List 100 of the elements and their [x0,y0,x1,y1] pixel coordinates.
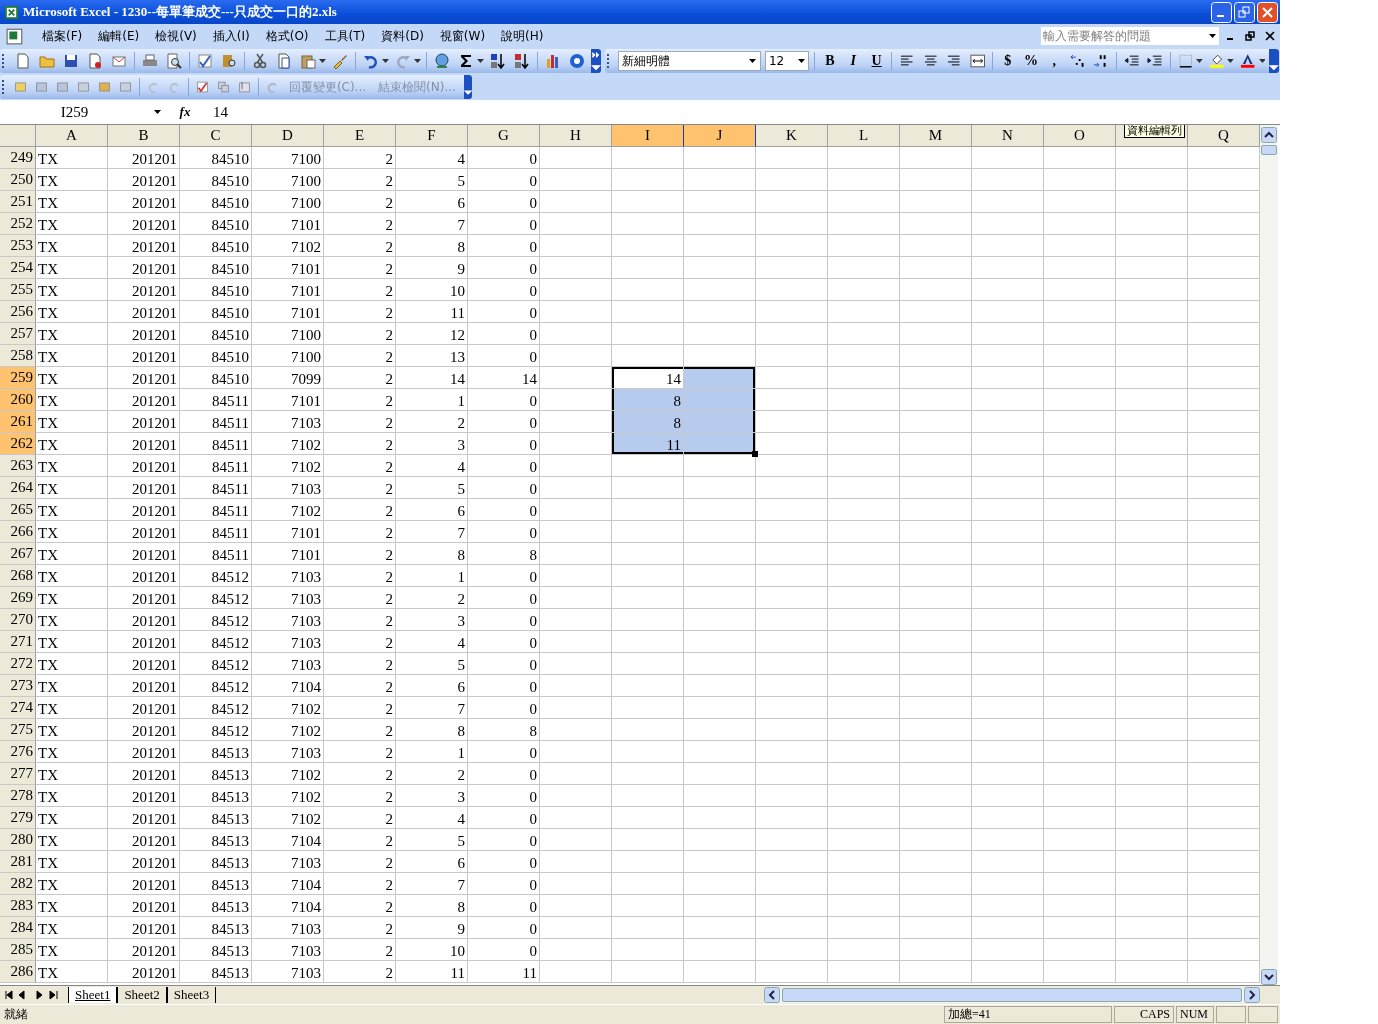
borders-icon[interactable] [1177,53,1194,69]
align-left-icon[interactable] [899,53,915,69]
column-header[interactable]: O [1044,125,1116,147]
toolbar-options-icon[interactable] [591,49,601,73]
scroll-thumb[interactable] [782,988,1242,1002]
caret-icon[interactable] [414,59,421,63]
restore-icon[interactable] [1245,31,1255,41]
row-header[interactable]: 267 [0,543,36,565]
row-header[interactable]: 265 [0,499,36,521]
row-header[interactable]: 286 [0,961,36,983]
percent-button[interactable]: % [1021,51,1041,71]
caret-icon[interactable] [1258,59,1266,63]
decrease-decimal-icon[interactable] [1093,53,1109,69]
restore-button[interactable] [1234,1,1255,23]
row-header[interactable]: 280 [0,829,36,851]
scroll-left-icon[interactable] [764,987,780,1003]
caret-icon[interactable] [1208,34,1216,38]
italic-button[interactable]: I [843,51,863,71]
save-icon[interactable] [63,53,79,69]
chart-icon[interactable] [545,53,561,69]
help-search-field[interactable]: 輸入需要解答的問題 [1040,26,1220,46]
row-header[interactable]: 262 [0,433,36,455]
clipboard-icon[interactable] [196,79,210,95]
caret-icon[interactable] [797,59,805,63]
font-name-field[interactable]: 新細明體 [617,51,761,71]
scroll-right-icon[interactable] [1244,987,1260,1003]
column-header[interactable]: N [972,125,1044,147]
sum-icon[interactable] [458,53,474,69]
row-header[interactable]: 264 [0,477,36,499]
copy-icon[interactable] [276,53,292,69]
spell-check-icon[interactable] [197,53,213,69]
row-header[interactable]: 255 [0,279,36,301]
row-header[interactable]: 260 [0,389,36,411]
column-header[interactable]: C [180,125,252,147]
bold-button[interactable]: B [820,51,840,71]
row-header[interactable]: 278 [0,785,36,807]
row-header[interactable]: 285 [0,939,36,961]
caret-icon[interactable] [382,59,389,63]
row-header[interactable]: 259 [0,367,36,389]
row-header[interactable]: 275 [0,719,36,741]
row-header[interactable]: 283 [0,895,36,917]
font-size-field[interactable]: 12 [764,51,810,71]
caret-icon[interactable] [1196,59,1203,63]
row-header[interactable]: 282 [0,873,36,895]
close-icon[interactable] [1265,31,1275,41]
row-header[interactable]: 268 [0,565,36,587]
font-color-icon[interactable] [1240,53,1256,69]
caret-icon[interactable] [319,59,326,63]
help-icon[interactable] [569,53,585,69]
sort-ascending-icon[interactable] [490,53,506,69]
align-right-icon[interactable] [946,53,962,69]
envelope-icon[interactable] [111,53,127,69]
column-header[interactable]: H [540,125,612,147]
row-header[interactable]: 261 [0,411,36,433]
column-header[interactable]: L [828,125,900,147]
column-header[interactable]: G [468,125,540,147]
paste-icon[interactable] [300,53,316,69]
name-box[interactable]: I259 [0,101,165,123]
sort-descending-icon[interactable] [514,53,530,69]
row-header[interactable]: 276 [0,741,36,763]
row-header[interactable]: 281 [0,851,36,873]
row-header[interactable]: 279 [0,807,36,829]
row-header[interactable]: 271 [0,631,36,653]
row-header[interactable]: 258 [0,345,36,367]
menu-item[interactable]: 格式(O) [257,27,317,45]
column-header[interactable]: I [612,125,684,147]
column-header[interactable]: Q [1188,125,1260,147]
row-header[interactable]: 254 [0,257,36,279]
minimize-button[interactable] [1211,1,1232,23]
column-header[interactable]: E [324,125,396,147]
menu-item[interactable]: 插入(I) [204,27,258,45]
row-header[interactable]: 273 [0,675,36,697]
sheet-tab[interactable]: Sheet3 [166,987,217,1003]
menu-item[interactable]: 工具(T) [316,27,374,45]
row-header[interactable]: 277 [0,763,36,785]
caret-icon[interactable] [153,110,161,114]
menu-item[interactable]: 檔案(F) [34,27,91,45]
align-center-icon[interactable] [922,53,939,69]
row-header[interactable]: 257 [0,323,36,345]
fill-handle[interactable] [752,451,758,457]
row-header[interactable]: 266 [0,521,36,543]
row-header[interactable]: 250 [0,169,36,191]
menu-item[interactable]: 說明(H) [493,27,552,45]
undo-icon[interactable] [363,53,379,69]
increase-indent-icon[interactable] [1147,53,1163,69]
menu-item[interactable]: 檢視(V) [147,27,205,45]
row-header[interactable]: 249 [0,147,36,169]
print-icon[interactable] [142,53,158,69]
scroll-thumb[interactable] [1261,145,1277,155]
print-preview-icon[interactable] [166,53,182,69]
toolbar-options-icon[interactable] [1269,49,1280,73]
toolbar-options-icon[interactable] [463,75,472,99]
underline-button[interactable]: U [866,51,887,71]
row-header[interactable]: 274 [0,697,36,719]
currency-button[interactable]: $ [998,51,1018,71]
comma-style-button[interactable]: , [1044,51,1064,71]
brush-icon[interactable] [332,53,348,69]
caret-icon[interactable] [477,59,484,63]
menu-item[interactable]: 資料(D) [373,27,432,45]
formula-field[interactable]: 14 [205,103,1280,121]
